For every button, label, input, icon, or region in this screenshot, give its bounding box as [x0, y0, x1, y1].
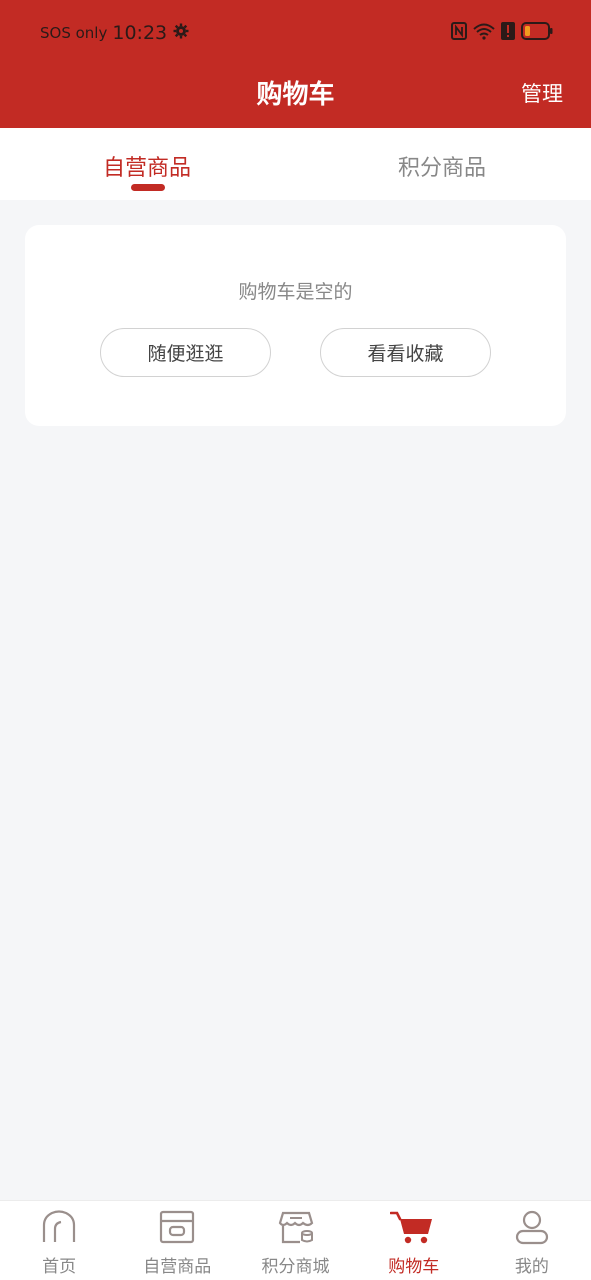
tab-bar: 自营商品 积分商品 [0, 128, 591, 200]
clock-time: 10:23 [112, 22, 168, 44]
nav-item-home[interactable]: 首页 [0, 1201, 118, 1280]
cart-icon [389, 1209, 432, 1245]
nav-label-cart: 购物车 [388, 1257, 440, 1277]
status-bar: SOS only 10:23 [0, 0, 591, 64]
nav-label-points-mall: 积分商城 [261, 1257, 330, 1277]
nav-item-mine[interactable]: 我的 [473, 1201, 591, 1280]
settings-gear-icon [173, 23, 189, 43]
alert-icon [501, 22, 515, 44]
page-title: 购物车 [256, 80, 335, 110]
nav-label-mine: 我的 [514, 1257, 549, 1277]
manage-button[interactable]: 管理 [521, 78, 563, 108]
nav-item-cart[interactable]: 购物车 [355, 1201, 473, 1280]
empty-cart-message: 购物车是空的 [238, 281, 353, 303]
battery-icon [521, 22, 553, 44]
bottom-nav: 首页 自营商品 积分商城 购物车 我的 [0, 1200, 591, 1280]
title-row: 购物车 管理 [0, 64, 591, 120]
browse-button[interactable]: 随便逛逛 [100, 328, 271, 377]
wifi-icon [473, 22, 495, 44]
nfc-icon [451, 22, 467, 44]
nav-label-home: 首页 [42, 1257, 77, 1277]
home-icon [41, 1209, 77, 1245]
view-favorites-button[interactable]: 看看收藏 [320, 328, 491, 377]
active-tab-indicator [131, 184, 165, 191]
user-icon [514, 1209, 550, 1245]
status-right [451, 20, 553, 46]
tab-self-operated[interactable]: 自营商品 [103, 150, 191, 182]
tab-points-goods[interactable]: 积分商品 [398, 150, 486, 182]
nav-item-self-operated[interactable]: 自营商品 [118, 1201, 236, 1280]
header-bar: SOS only 10:23 购物车 管理 [0, 0, 591, 128]
store-box-icon [159, 1209, 195, 1245]
status-left: SOS only 10:23 [40, 20, 189, 46]
carrier-text: SOS only [40, 24, 108, 42]
points-shop-icon [278, 1209, 314, 1245]
nav-label-self-operated: 自营商品 [143, 1257, 212, 1277]
empty-cart-card: 购物车是空的 随便逛逛 看看收藏 [25, 225, 566, 426]
nav-item-points-mall[interactable]: 积分商城 [236, 1201, 354, 1280]
